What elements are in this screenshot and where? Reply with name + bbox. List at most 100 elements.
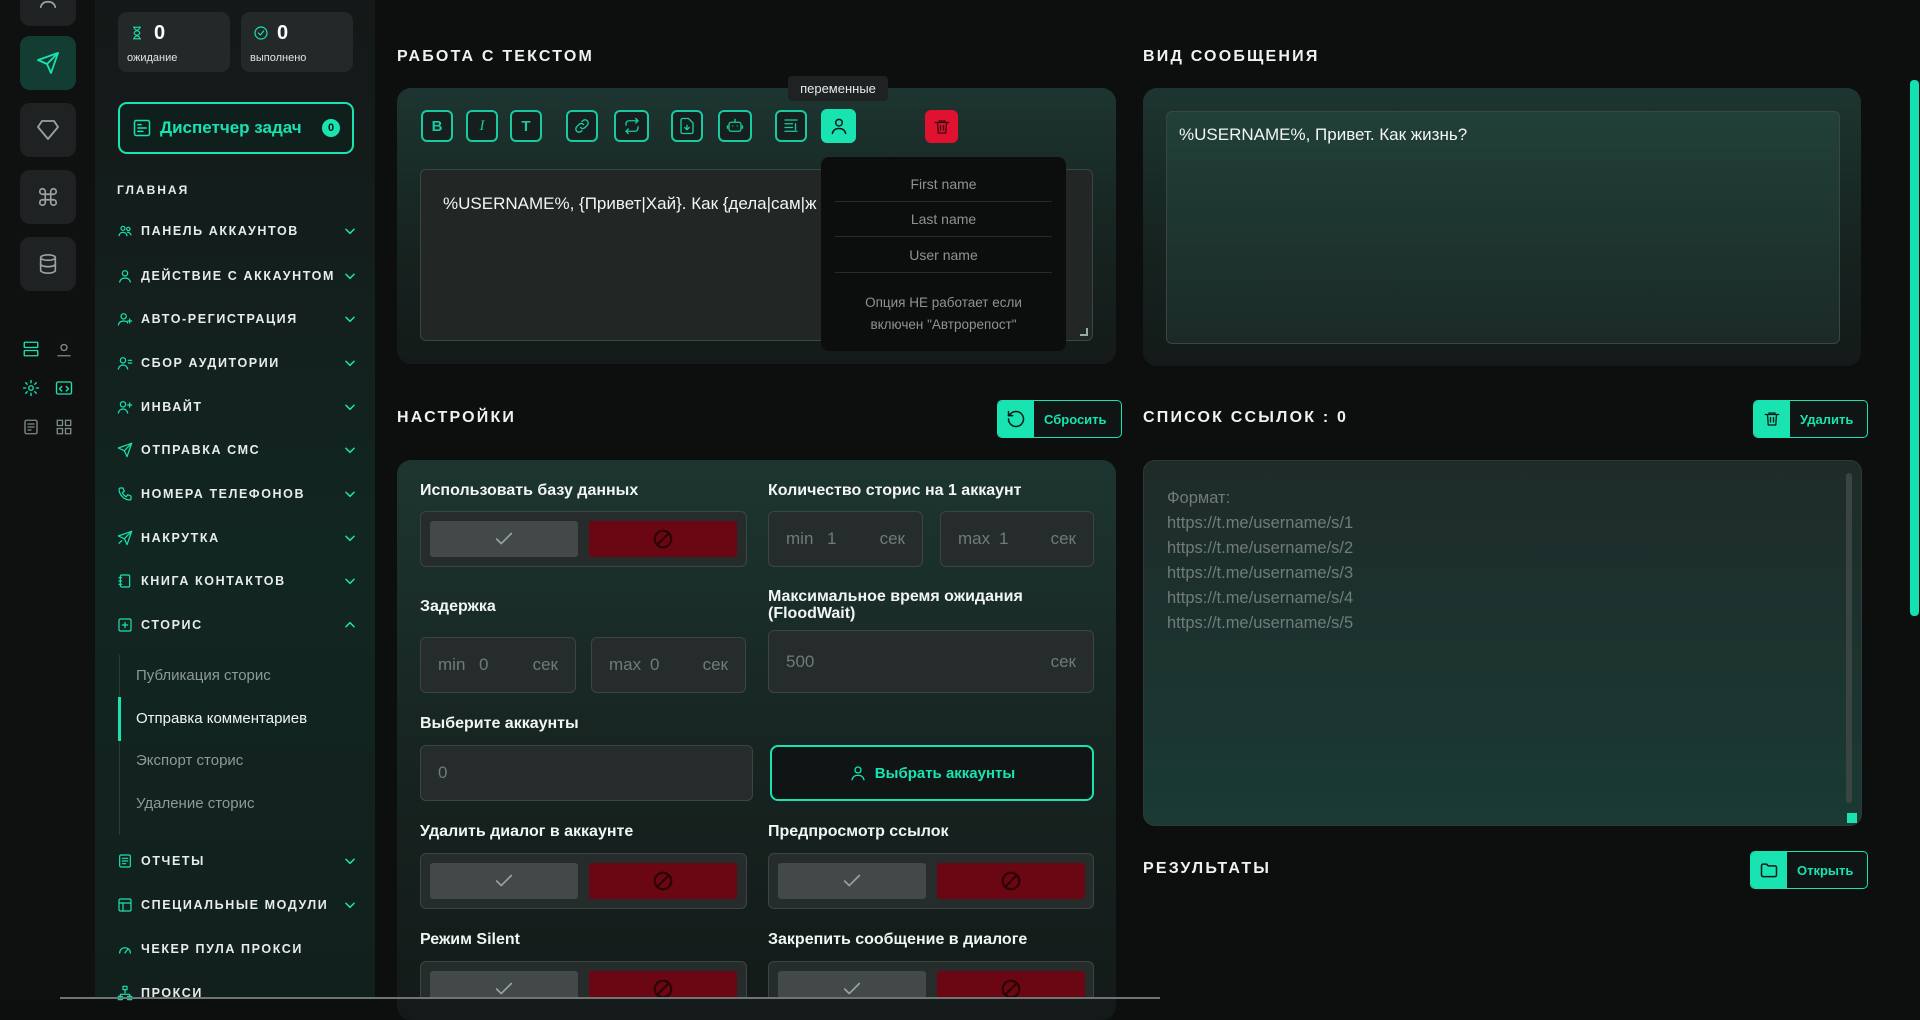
sidebar-item-phone[interactable]: НОМЕРА ТЕЛЕФОНОВ [117,482,357,506]
file-import-icon[interactable] [671,110,703,142]
trash-icon[interactable] [925,110,958,143]
check-icon[interactable] [430,521,578,557]
repeat-icon[interactable] [614,110,649,142]
sidebar-item-modules[interactable]: СПЕЦИАЛЬНЫЕ МОДУЛИ [117,893,357,917]
profile-icon[interactable] [20,0,76,26]
server-icon[interactable] [20,338,42,360]
links-resize-handle[interactable] [1847,813,1857,823]
chevron-down-icon[interactable] [343,400,357,414]
user-icon [117,267,135,285]
sidebar-item-plus-square[interactable]: СТОРИС [117,613,357,637]
chevron-down-icon[interactable] [343,356,357,370]
modules-icon [117,896,135,914]
settings-icon[interactable] [20,377,42,399]
database-icon[interactable] [20,237,76,291]
floodwait-input[interactable]: 500 сек [768,630,1094,693]
stories-count-label: Количество сторис на 1 аккаунт [768,482,1022,499]
italic-button[interactable]: I [466,110,498,142]
ban-icon[interactable] [589,521,737,557]
text-format-button[interactable]: T [510,110,542,142]
resize-handle-icon[interactable] [1080,328,1088,336]
stories-max-input[interactable]: max 1 сек [940,511,1094,567]
sidebar-item-user-list[interactable]: СБОР АУДИТОРИИ [117,351,357,375]
var-first-name[interactable]: First name [835,167,1052,202]
link-preview-toggle[interactable] [768,853,1094,909]
chevron-down-icon[interactable] [343,531,357,545]
code-window-icon[interactable] [53,377,75,399]
trash-icon [1754,401,1790,437]
ban-icon[interactable] [589,971,737,999]
variables-icon[interactable] [821,109,856,143]
sidebar-item-user-plus[interactable]: АВТО-РЕГИСТРАЦИЯ [117,307,357,331]
bold-button[interactable]: B [421,110,453,142]
chevron-down-icon[interactable] [343,898,357,912]
link-icon[interactable] [566,110,598,142]
reset-button[interactable]: Сбросить [997,400,1122,438]
var-last-name[interactable]: Last name [835,202,1052,237]
task-manager-button[interactable]: Диспетчер задач 0 [118,102,354,154]
links-textarea[interactable]: Формат: https://t.me/username/s/1 https://… [1143,460,1862,826]
sidebar-item-gauge[interactable]: ЧЕКЕР ПУЛА ПРОКСИ [117,937,357,961]
sidebar-item-label: ИНВАЙТ [141,400,203,414]
sidebar-item-user[interactable]: ДЕЙСТВИЕ С АККАУНТОМ [117,264,357,288]
delete-dialog-toggle[interactable] [420,853,747,909]
sidebar-item-users[interactable]: ПАНЕЛЬ АККАУНТОВ [117,219,357,243]
submenu-indicator [118,697,121,741]
sidebar-item-book[interactable]: КНИГА КОНТАКТОВ [117,569,357,593]
choose-accounts-button[interactable]: Выбрать аккаунты [770,745,1094,801]
delete-links-button[interactable]: Удалить [1753,400,1869,438]
command-icon[interactable] [20,170,76,224]
chevron-down-icon[interactable] [343,854,357,868]
sub-export-stories[interactable]: Экспорт сторис [136,752,243,769]
sidebar-item-user-add[interactable]: ИНВАЙТ [117,395,357,419]
open-results-button[interactable]: Открыть [1750,851,1869,889]
check-icon[interactable] [778,971,926,999]
delay-label: Задержка [420,598,496,615]
links-placeholder-line: https://t.me/username/s/4 [1167,589,1354,607]
page-scrollbar[interactable] [1910,80,1919,616]
template-icon[interactable] [775,110,807,142]
delay-min-input[interactable]: min 0 сек [420,637,576,693]
report-icon [117,852,135,870]
send-icon[interactable] [20,36,76,90]
check-icon[interactable] [430,863,578,899]
chevron-down-icon[interactable] [343,487,357,501]
chevron-down-icon[interactable] [343,574,357,588]
check-icon[interactable] [430,971,578,999]
sidebar-item-send[interactable]: ОТПРАВКА СМС [117,438,357,462]
silent-toggle[interactable] [420,961,747,999]
settings-title: НАСТРОЙКИ [397,409,517,426]
sidebar-item-report[interactable]: ОТЧЕТЫ [117,849,357,873]
sub-delete-stories[interactable]: Удаление сторис [136,795,254,812]
var-user-name[interactable]: User name [835,238,1052,273]
checklist-icon[interactable] [20,416,42,438]
chevron-down-icon[interactable] [343,312,357,326]
sidebar-item-network[interactable]: ПРОКСИ [117,981,357,1005]
sub-publish-stories[interactable]: Публикация сторис [136,667,271,684]
diamond-icon[interactable] [20,103,76,157]
chevron-down-icon[interactable] [343,269,357,283]
chevron-down-icon[interactable] [343,224,357,238]
sub-send-comments[interactable]: Отправка комментариев [136,710,307,727]
location-icon[interactable] [53,338,75,360]
check-icon[interactable] [778,863,926,899]
text-section-title: РАБОТА С ТЕКСТОМ [397,48,595,65]
check-circle-icon [253,25,269,41]
sidebar-item-label: ПАНЕЛЬ АККАУНТОВ [141,224,299,238]
links-scrollbar[interactable] [1846,473,1852,803]
stories-min-input[interactable]: min 1 сек [768,511,923,567]
ban-icon[interactable] [589,863,737,899]
chevron-down-icon[interactable] [343,443,357,457]
ban-icon[interactable] [937,971,1085,999]
ban-icon[interactable] [937,863,1085,899]
plus-square-icon [117,616,135,634]
robot-icon[interactable] [718,110,752,142]
sidebar-item-boost[interactable]: НАКРУТКА [117,526,357,550]
use-db-toggle[interactable] [420,511,747,567]
apps-icon[interactable] [53,416,75,438]
chevron-up-icon[interactable] [343,618,357,632]
delay-max-input[interactable]: max 0 сек [591,637,746,693]
accounts-count-input[interactable]: 0 [420,745,753,801]
pin-toggle[interactable] [768,961,1094,999]
submenu-line [119,655,120,835]
